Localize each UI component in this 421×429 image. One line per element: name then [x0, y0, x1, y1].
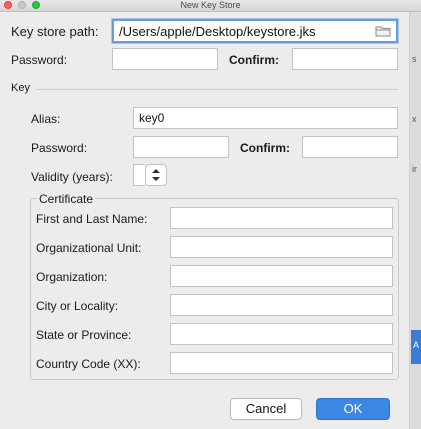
background-text-fragment: s — [412, 54, 417, 64]
certificate-group-label: Certificate — [37, 192, 96, 206]
window-title: New Key Store — [180, 0, 241, 10]
ok-button[interactable]: OK — [316, 398, 390, 420]
validity-value-field[interactable] — [133, 164, 145, 186]
country-code-input[interactable] — [170, 352, 393, 374]
background-text-fragment: x — [412, 114, 417, 124]
background-text-fragment: A — [413, 340, 420, 350]
key-section-label: Key — [11, 82, 30, 94]
organizational-unit-input[interactable] — [170, 236, 393, 258]
window-titlebar: New Key Store — [0, 0, 421, 12]
keystore-password-input[interactable] — [112, 48, 218, 70]
city-locality-input[interactable] — [170, 294, 393, 316]
city-locality-label: City or Locality: — [36, 299, 119, 313]
validity-stepper[interactable] — [133, 164, 167, 186]
folder-icon[interactable] — [375, 25, 391, 40]
keystore-confirm-input[interactable] — [292, 48, 398, 70]
validity-label: Validity (years): — [31, 170, 113, 184]
first-last-name-label: First and Last Name: — [36, 212, 148, 226]
background-blue-button: A — [411, 330, 421, 364]
organizational-unit-label: Organizational Unit: — [36, 241, 142, 255]
cancel-button[interactable]: Cancel — [230, 398, 302, 420]
key-confirm-label: Confirm: — [240, 141, 290, 155]
first-last-name-input[interactable] — [170, 207, 393, 229]
organization-label: Organization: — [36, 270, 108, 284]
state-province-label: State or Province: — [36, 328, 132, 342]
country-code-label: Country Code (XX): — [36, 357, 141, 371]
alias-label: Alias: — [31, 112, 61, 126]
state-province-input[interactable] — [170, 323, 393, 345]
keystore-path-label: Key store path: — [11, 24, 99, 39]
alias-input[interactable] — [133, 107, 398, 129]
keystore-confirm-label: Confirm: — [229, 53, 279, 67]
background-text-fragment: ir — [412, 164, 417, 174]
keystore-path-input[interactable] — [112, 19, 398, 43]
organization-input[interactable] — [170, 265, 393, 287]
background-window-edge: s x ir A — [409, 12, 421, 429]
up-down-arrows-icon[interactable] — [145, 164, 167, 186]
key-confirm-input[interactable] — [302, 136, 398, 158]
key-section-divider — [36, 89, 398, 90]
key-password-label: Password: — [31, 141, 88, 155]
keystore-password-label: Password: — [11, 53, 68, 67]
key-password-input[interactable] — [133, 136, 229, 158]
